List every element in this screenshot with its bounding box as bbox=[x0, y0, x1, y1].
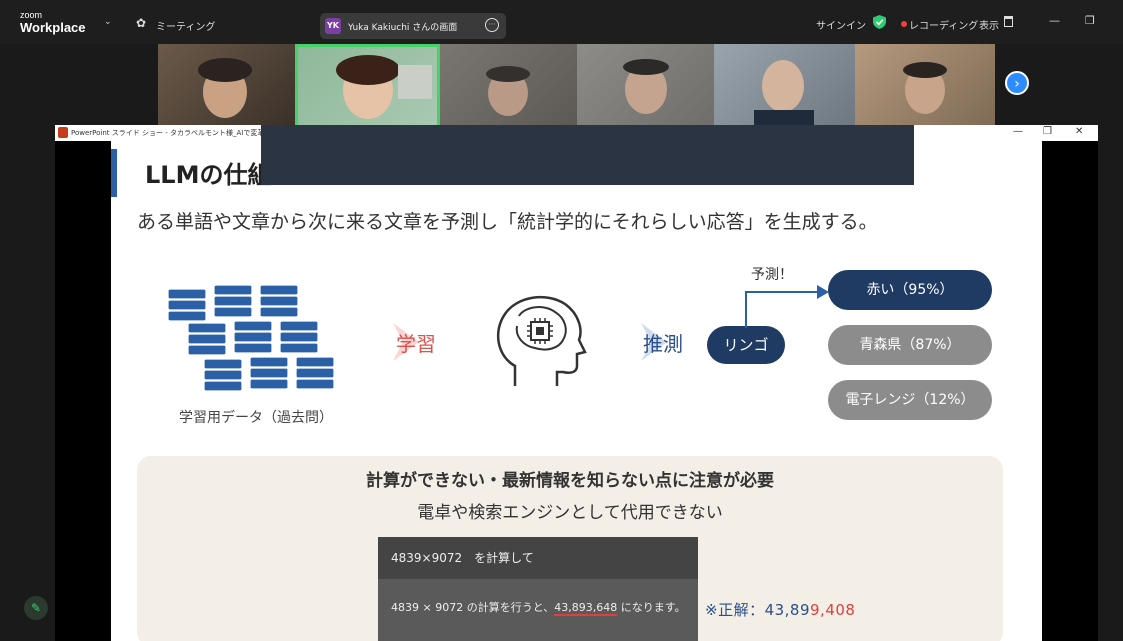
ppt-minimize-button[interactable]: — bbox=[1013, 126, 1023, 137]
infer-label: 推測 bbox=[643, 332, 683, 356]
video-tile[interactable] bbox=[158, 44, 295, 128]
zoom-toolbar: zoom Workplace ⌄ ✿ ミーティング YK Yuka Kakiuc… bbox=[0, 0, 1123, 44]
slide: LLMの仕組 ある単語や文章から次に来る文章を予測し「統計学的にそれらしい応答」… bbox=[111, 141, 1042, 641]
slide-title: LLMの仕組 bbox=[145, 161, 272, 189]
predict-label: 予測！ bbox=[751, 267, 793, 283]
restore-button[interactable]: ❐ bbox=[1085, 14, 1095, 27]
speaker-label: Yuka Kakiuchi さんの画面 bbox=[348, 23, 458, 33]
zoom-logo-small: zoom bbox=[20, 10, 43, 20]
active-speaker-indicator[interactable]: YK Yuka Kakiuchi さんの画面 ⋯ bbox=[320, 13, 506, 39]
correct-answer-highlight: 9,408 bbox=[810, 601, 856, 619]
chat-answer-suffix: になります。 bbox=[617, 601, 686, 614]
learn-label: 学習 bbox=[396, 332, 436, 356]
connector-line bbox=[745, 291, 821, 293]
slide-lead-text: ある単語や文章から次に来る文章を予測し「統計学的にそれらしい応答」を生成する。 bbox=[137, 211, 878, 233]
chat-answer-value: 43,893,648 bbox=[554, 601, 618, 616]
recording-button[interactable]: レコーディング bbox=[909, 17, 978, 32]
brain-head-icon bbox=[497, 296, 587, 386]
connector-line bbox=[745, 291, 747, 328]
ppt-window-title: PowerPoint スライド ショー - タカラベルモント様_AIで変革 bbox=[71, 129, 265, 137]
books-caption: 学習用データ（過去問） bbox=[179, 410, 333, 426]
video-tile[interactable] bbox=[855, 44, 995, 128]
ppt-restore-button[interactable]: ❐ bbox=[1043, 126, 1052, 137]
video-tile-active[interactable] bbox=[295, 44, 440, 128]
correct-answer: ※正解：43,899,408 bbox=[705, 599, 855, 620]
candidate-pill: 青森県（87%） bbox=[828, 325, 992, 365]
candidate-pill: 電子レンジ（12%） bbox=[828, 380, 992, 420]
powerpoint-icon bbox=[58, 127, 68, 138]
signin-button[interactable]: サインイン bbox=[816, 17, 866, 32]
caution-subtitle: 電卓や検索エンジンとして代用できない bbox=[417, 503, 723, 523]
annotate-pencil-icon[interactable]: ✎ bbox=[24, 596, 48, 620]
video-tile[interactable] bbox=[714, 44, 855, 128]
zoom-logo[interactable]: Workplace bbox=[20, 20, 86, 35]
chat-answer-prefix: 4839 × 9072 の計算を行うと、 bbox=[391, 601, 555, 614]
meeting-icon[interactable]: ✿ bbox=[136, 16, 146, 30]
recording-dot-icon bbox=[901, 21, 907, 27]
gallery-next-button[interactable]: › bbox=[1005, 71, 1029, 95]
more-options-icon[interactable]: ⋯ bbox=[485, 18, 499, 32]
video-tile[interactable] bbox=[577, 44, 714, 128]
redacted-area bbox=[261, 125, 914, 185]
view-button[interactable]: 表示 bbox=[979, 17, 999, 32]
minimize-button[interactable]: — bbox=[1049, 14, 1060, 27]
title-accent-bar bbox=[111, 149, 117, 197]
shield-icon[interactable] bbox=[873, 15, 886, 29]
correct-answer-prefix: ※正解：43,89 bbox=[705, 601, 811, 619]
chevron-down-icon[interactable]: ⌄ bbox=[104, 17, 112, 27]
powerpoint-window: PowerPoint スライド ショー - タカラベルモント様_AIで変革 — … bbox=[55, 125, 1098, 641]
video-tile[interactable] bbox=[440, 44, 577, 128]
candidate-pill: 赤い（95%） bbox=[828, 270, 992, 310]
caution-title: 計算ができない・最新情報を知らない点に注意が必要 bbox=[366, 471, 774, 491]
avatar: YK bbox=[325, 18, 341, 34]
chat-question: 4839×9072 を計算して bbox=[378, 537, 698, 579]
meeting-menu[interactable]: ミーティング bbox=[156, 18, 215, 33]
input-word-pill: リンゴ bbox=[707, 326, 785, 364]
ppt-close-button[interactable]: ✕ bbox=[1075, 126, 1083, 137]
view-icon[interactable] bbox=[1004, 16, 1013, 27]
chat-answer: 4839 × 9072 の計算を行うと、43,893,648 になります。 bbox=[378, 579, 698, 641]
video-gallery bbox=[158, 44, 995, 128]
